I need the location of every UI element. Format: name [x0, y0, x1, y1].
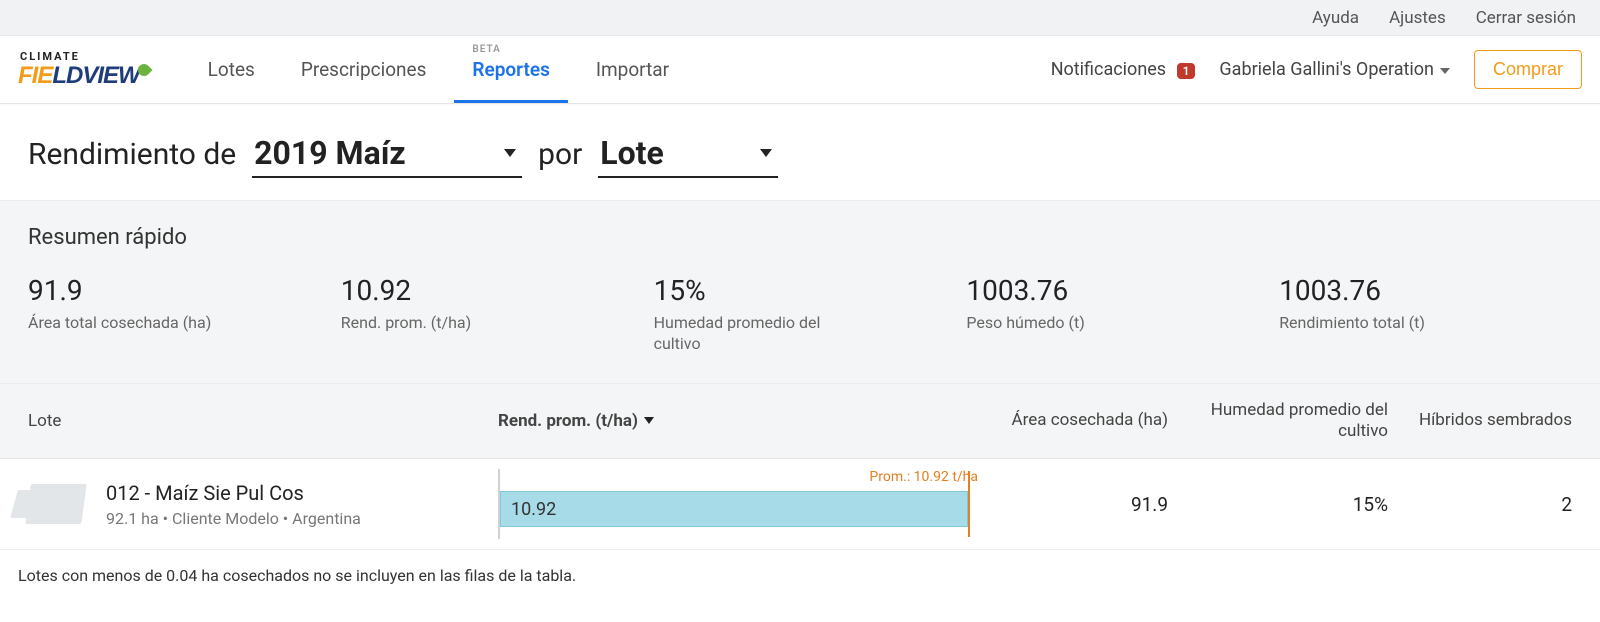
- avg-label: Prom.: 10.92 t/ha: [869, 469, 978, 485]
- crop-year-select[interactable]: 2019 Maíz: [252, 134, 522, 178]
- metric-value: 91.9: [28, 274, 321, 307]
- quick-summary: Resumen rápido 91.9 Área total cosechada …: [0, 200, 1600, 384]
- col-hibridos[interactable]: Híbridos sembrados: [1388, 410, 1572, 431]
- nav-reportes[interactable]: BETA Reportes: [454, 36, 567, 103]
- hibridos-value: 2: [1388, 493, 1572, 516]
- metrics-row: 91.9 Área total cosechada (ha) 10.92 Rend. …: [28, 274, 1572, 355]
- logo-top: CLIMATE: [20, 51, 150, 62]
- nav-prescripciones[interactable]: Prescripciones: [283, 36, 445, 103]
- col-area[interactable]: Área cosechada (ha): [978, 410, 1168, 431]
- rend-cell: Prom.: 10.92 t/ha 10.92: [498, 469, 978, 539]
- col-rend[interactable]: Rend. prom. (t/ha): [498, 411, 978, 431]
- footnote: Lotes con menos de 0.04 ha cosechados no…: [0, 550, 1600, 601]
- logout-link[interactable]: Cerrar sesión: [1476, 8, 1576, 28]
- metric: 15% Humedad promedio del cultivo: [654, 274, 947, 355]
- grouping-value: Lote: [600, 134, 663, 172]
- lote-subtitle: 92.1 ha • Cliente Modelo • Argentina: [106, 509, 361, 528]
- nav-prescripciones-label: Prescripciones: [301, 58, 427, 81]
- nav-bar: CLIMATE FIELDVIEW Lotes Prescripciones B…: [0, 36, 1600, 104]
- rend-bar: 10.92: [500, 491, 968, 527]
- metric-label: Humedad promedio del cultivo: [654, 313, 854, 355]
- notifications-label: Notificaciones: [1051, 59, 1166, 80]
- metric-label: Peso húmedo (t): [966, 313, 1166, 334]
- nav-lotes-label: Lotes: [208, 58, 255, 81]
- metric: 10.92 Rend. prom. (t/ha): [341, 274, 634, 355]
- col-humedad[interactable]: Humedad promedio del cultivo: [1168, 400, 1388, 443]
- buy-button[interactable]: Comprar: [1474, 50, 1582, 89]
- nav-right: Notificaciones 1 Gabriela Gallini's Oper…: [1051, 50, 1582, 89]
- metric-value: 10.92: [341, 274, 634, 307]
- metric-value: 1003.76: [1279, 274, 1572, 307]
- grouping-select[interactable]: Lote: [598, 134, 778, 178]
- col-rend-label: Rend. prom. (t/ha): [498, 411, 638, 431]
- nav-importar[interactable]: Importar: [578, 36, 687, 103]
- dropdown-icon: [760, 149, 772, 157]
- nav-importar-label: Importar: [596, 58, 669, 81]
- dropdown-icon: [504, 149, 516, 157]
- area-value: 91.9: [978, 493, 1168, 516]
- headline-prefix: Rendimiento de: [28, 137, 236, 172]
- lote-name: 012 - Maíz Sie Pul Cos: [106, 481, 361, 505]
- table-header: Lote Rend. prom. (t/ha) Área cosechada (…: [0, 384, 1600, 460]
- nav-items: Lotes Prescripciones BETA Reportes Impor…: [190, 36, 687, 103]
- report-headline: Rendimiento de 2019 Maíz por Lote: [0, 104, 1600, 200]
- headline-by: por: [538, 137, 582, 172]
- settings-link[interactable]: Ajustes: [1389, 8, 1446, 28]
- metric: 1003.76 Rendimiento total (t): [1279, 274, 1572, 355]
- operation-dropdown[interactable]: Gabriela Gallini's Operation: [1219, 59, 1450, 80]
- field-thumb-icon: [25, 484, 87, 524]
- metric-label: Rendimiento total (t): [1279, 313, 1479, 334]
- sort-desc-icon: [644, 417, 654, 424]
- metric-label: Rend. prom. (t/ha): [341, 313, 541, 334]
- notifications-badge: 1: [1177, 63, 1196, 79]
- beta-badge: BETA: [472, 44, 500, 55]
- utility-bar: Ayuda Ajustes Cerrar sesión: [0, 0, 1600, 36]
- metric-value: 1003.76: [966, 274, 1259, 307]
- crop-year-value: 2019 Maíz: [254, 134, 406, 172]
- notifications-link[interactable]: Notificaciones 1: [1051, 59, 1196, 80]
- col-lote[interactable]: Lote: [28, 411, 498, 431]
- nav-reportes-label: Reportes: [472, 58, 549, 81]
- table-body: 012 - Maíz Sie Pul Cos 92.1 ha • Cliente …: [0, 459, 1600, 550]
- operation-label: Gabriela Gallini's Operation: [1219, 59, 1434, 80]
- nav-lotes[interactable]: Lotes: [190, 36, 273, 103]
- logo-part1: FIE: [18, 64, 52, 88]
- chevron-down-icon: [1440, 68, 1450, 74]
- metric-label: Área total cosechada (ha): [28, 313, 228, 334]
- logo: CLIMATE FIELDVIEW: [18, 51, 150, 88]
- humedad-value: 15%: [1168, 493, 1388, 516]
- metric: 91.9 Área total cosechada (ha): [28, 274, 321, 355]
- avg-marker: [968, 471, 970, 537]
- metric-value: 15%: [654, 274, 947, 307]
- table-row[interactable]: 012 - Maíz Sie Pul Cos 92.1 ha • Cliente …: [0, 459, 1600, 550]
- logo-part2: LDVIEW: [52, 64, 139, 88]
- metric: 1003.76 Peso húmedo (t): [966, 274, 1259, 355]
- help-link[interactable]: Ayuda: [1312, 8, 1359, 28]
- summary-title: Resumen rápido: [28, 225, 1572, 250]
